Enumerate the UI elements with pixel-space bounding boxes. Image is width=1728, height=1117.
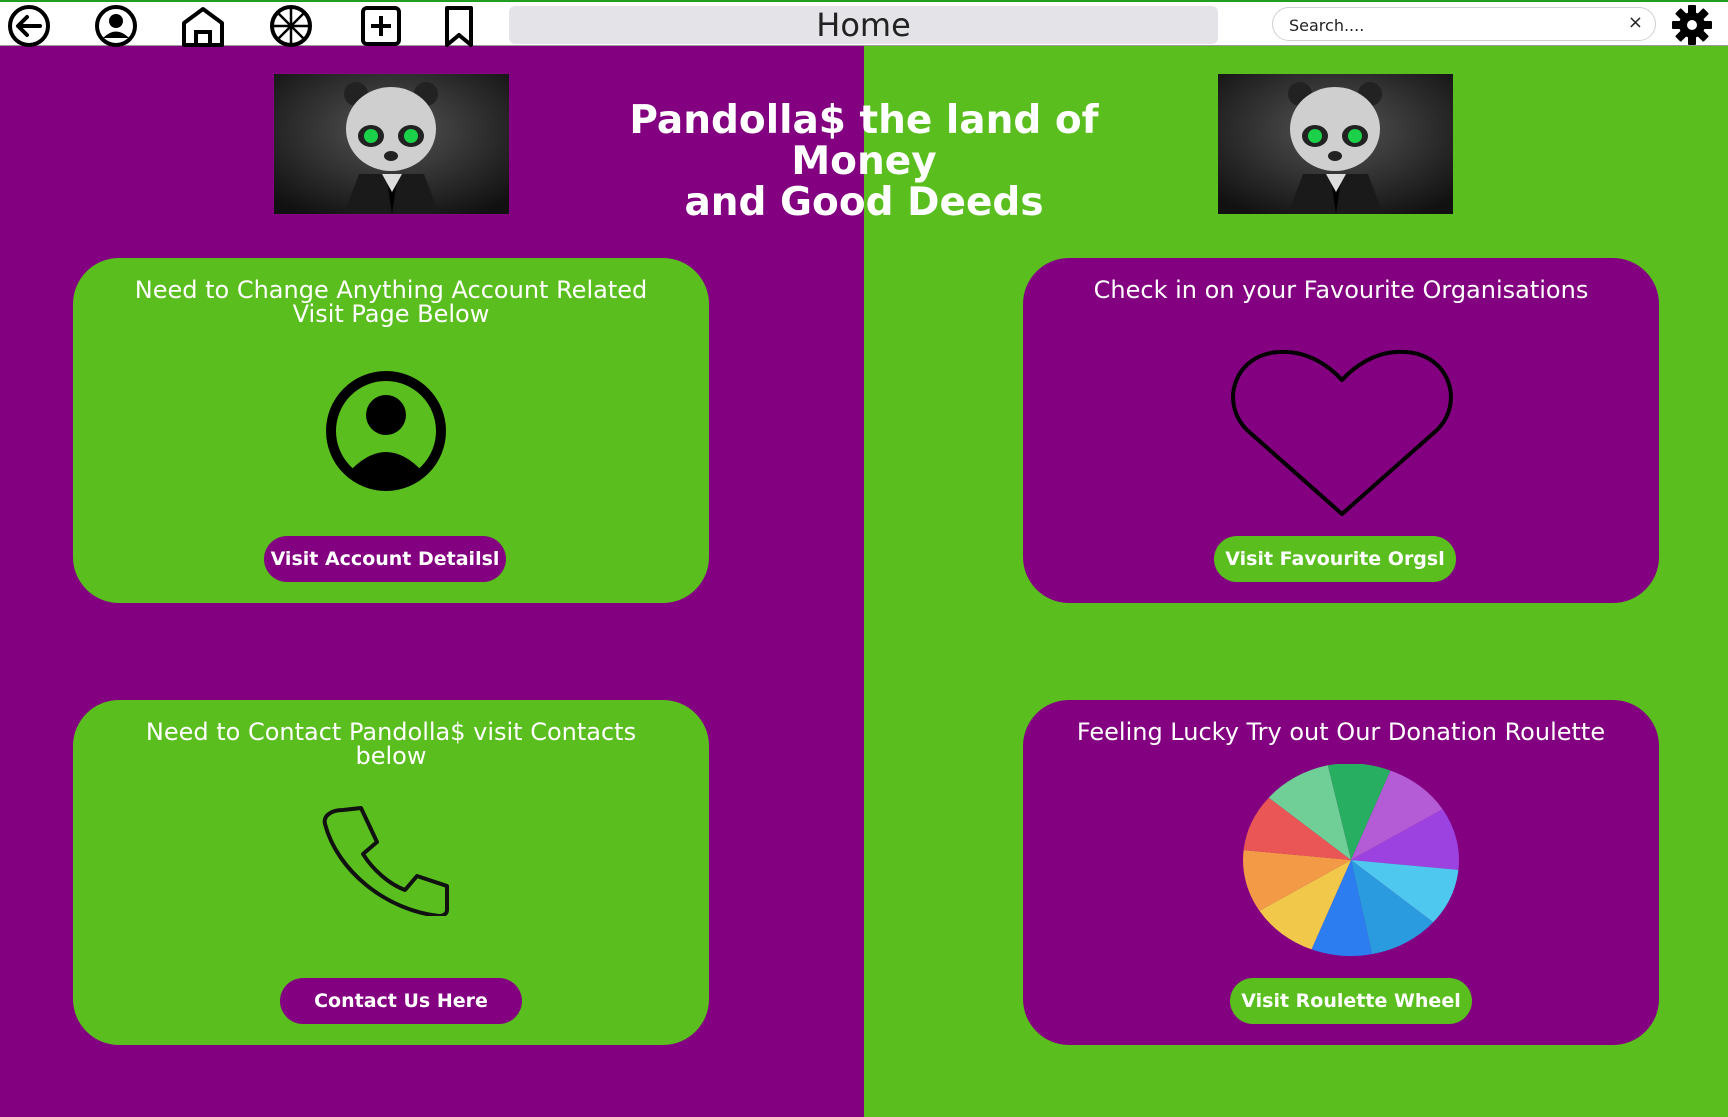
back-arrow-icon[interactable] bbox=[2, 5, 52, 47]
headline-line-1: Pandolla$ the land of Money bbox=[629, 98, 1099, 184]
contact-card-title: Need to Contact Pandolla$ visit Contacts… bbox=[145, 718, 637, 770]
add-icon[interactable] bbox=[356, 5, 406, 47]
roulette-icon[interactable] bbox=[266, 5, 316, 47]
account-card-title: Need to Change Anything Account Related … bbox=[134, 276, 648, 328]
roulette-wheel-icon bbox=[1243, 763, 1459, 961]
favourites-card: Check in on your Favourite Organisations… bbox=[1023, 258, 1659, 603]
favourites-card-title: Check in on your Favourite Organisations bbox=[1093, 276, 1589, 304]
visit-favourite-orgs-button[interactable]: Visit Favourite Orgsl bbox=[1214, 536, 1456, 582]
roulette-card: Feeling Lucky Try out Our Donation Roule… bbox=[1023, 700, 1659, 1045]
bookmark-icon[interactable] bbox=[434, 5, 484, 47]
search-box: × bbox=[1272, 7, 1656, 41]
home-icon[interactable] bbox=[178, 5, 228, 47]
headline-line-2: and Good Deeds bbox=[684, 180, 1044, 225]
panda-banner-image-right bbox=[1218, 74, 1453, 214]
heart-icon bbox=[1227, 344, 1457, 523]
gear-icon[interactable] bbox=[1670, 4, 1714, 46]
account-card: Need to Change Anything Account Related … bbox=[73, 258, 709, 603]
contact-us-button[interactable]: Contact Us Here bbox=[280, 978, 522, 1024]
visit-account-details-button[interactable]: Visit Account Detailsl bbox=[264, 536, 506, 582]
account-icon[interactable] bbox=[90, 5, 140, 47]
phone-icon bbox=[319, 806, 453, 921]
account-circle-icon bbox=[325, 370, 447, 497]
contact-card: Need to Contact Pandolla$ visit Contacts… bbox=[73, 700, 709, 1045]
visit-roulette-wheel-button[interactable]: Visit Roulette Wheel bbox=[1230, 978, 1472, 1024]
panda-banner-image-left bbox=[274, 74, 509, 214]
roulette-card-title: Feeling Lucky Try out Our Donation Roule… bbox=[1076, 718, 1606, 746]
page-title: Home bbox=[509, 6, 1218, 44]
site-headline: Pandolla$ the land of Money and Good Dee… bbox=[564, 100, 1164, 223]
top-navigation-bar: Home × bbox=[0, 0, 1728, 47]
search-clear-icon[interactable]: × bbox=[1628, 12, 1643, 33]
search-input[interactable] bbox=[1287, 12, 1611, 38]
